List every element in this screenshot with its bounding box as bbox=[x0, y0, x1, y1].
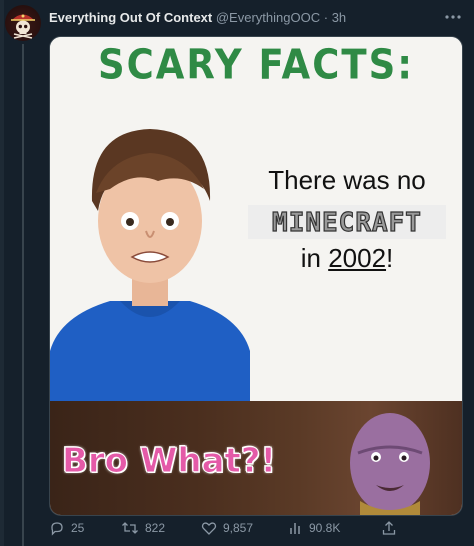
like-button[interactable]: 9,857 bbox=[201, 520, 253, 536]
reply-count: 25 bbox=[71, 521, 85, 535]
tweet-header: Everything Out Of Context @EverythingOOC… bbox=[49, 10, 346, 26]
analytics-icon bbox=[290, 523, 300, 534]
meta-separator: · bbox=[323, 10, 329, 25]
skull-pirate-icon bbox=[11, 14, 35, 39]
meme-bottom-panel: Bro What?! bbox=[50, 401, 462, 515]
boy-illustration bbox=[50, 129, 250, 401]
author-name[interactable]: Everything Out Of Context bbox=[49, 10, 212, 25]
heart-icon bbox=[201, 522, 217, 535]
fact-year: 2002 bbox=[328, 243, 387, 273]
views-button[interactable]: 90.8K bbox=[289, 520, 340, 536]
tweet-media-image[interactable]: SCARY FACTS: There was no MINECRAFT in 2… bbox=[49, 36, 463, 516]
retweet-icon bbox=[122, 522, 138, 534]
share-icon bbox=[382, 521, 396, 535]
author-avatar[interactable] bbox=[5, 5, 41, 41]
tweet-time[interactable]: 3h bbox=[332, 10, 346, 25]
more-icon[interactable] bbox=[444, 8, 462, 29]
view-count: 90.8K bbox=[309, 521, 341, 535]
fact-line-3-prefix: in bbox=[300, 243, 329, 273]
svg-text:MINECRAFT: MINECRAFT bbox=[272, 208, 422, 238]
fact-line-3: in 2002! bbox=[242, 243, 452, 273]
like-count: 9,857 bbox=[223, 521, 254, 535]
meme-title: SCARY FACTS: bbox=[97, 40, 415, 89]
author-handle[interactable]: @EverythingOOC bbox=[216, 10, 320, 25]
meme-top-panel: SCARY FACTS: There was no MINECRAFT in 2… bbox=[50, 37, 462, 401]
fact-line-3-suffix: ! bbox=[386, 243, 394, 273]
fact-line-1: There was no bbox=[268, 165, 426, 195]
reply-button[interactable]: 25 bbox=[49, 520, 84, 536]
left-rail bbox=[0, 0, 4, 546]
reaction-caption: Bro What?! bbox=[61, 441, 277, 482]
thanos-illustration bbox=[350, 413, 430, 515]
tweet-actions: 25 822 9,857 90.8K bbox=[49, 520, 461, 540]
minecraft-logo: MINECRAFT bbox=[248, 205, 446, 239]
retweet-button[interactable]: 822 bbox=[121, 520, 165, 536]
reply-icon bbox=[51, 522, 63, 536]
retweet-count: 822 bbox=[145, 521, 166, 535]
share-button[interactable] bbox=[381, 520, 397, 536]
thread-line bbox=[22, 44, 24, 546]
